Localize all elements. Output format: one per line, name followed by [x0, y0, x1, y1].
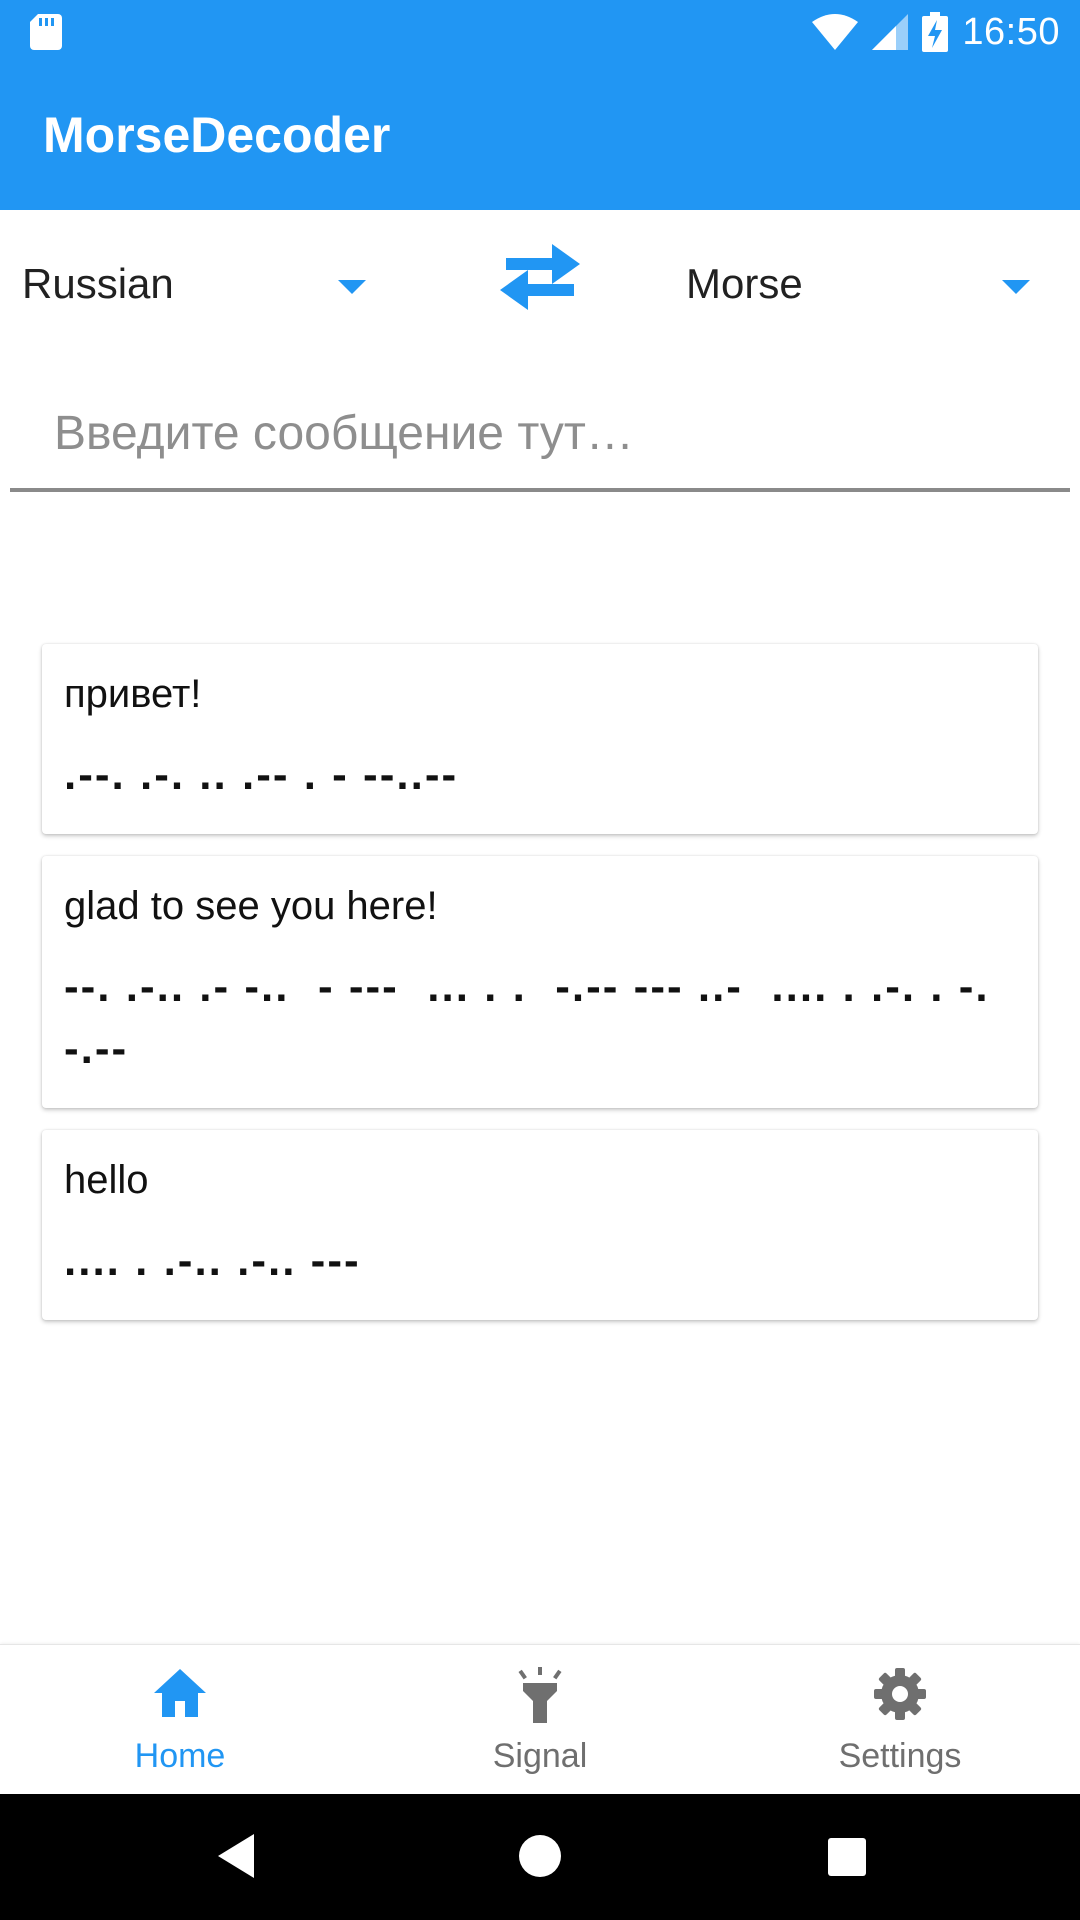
source-language-dropdown[interactable]: Russian [22, 250, 372, 320]
nav-signal[interactable]: Signal [360, 1645, 720, 1795]
plain-text: glad to see you here! [64, 884, 438, 928]
history-card[interactable]: glad to see you here! --. .-.. .- -.. - … [42, 856, 1038, 1108]
wifi-icon [812, 14, 859, 50]
cell-signal-icon [872, 14, 909, 50]
home-circle-icon[interactable] [518, 1832, 562, 1880]
history-card[interactable]: hello .... . .-.. .-.. --- [42, 1130, 1038, 1320]
chevron-down-icon [1002, 280, 1030, 294]
sd-card-icon [30, 14, 62, 50]
system-navigation-bar [0, 1794, 1080, 1920]
target-language-label: Morse [686, 260, 803, 307]
home-icon [154, 1669, 206, 1717]
app-bar: MorseDecoder [0, 64, 1080, 210]
morse-text: .--. .-. .. .-- . - --..-- [64, 750, 459, 799]
flashlight-icon [518, 1667, 562, 1723]
app-title: MorseDecoder [43, 107, 391, 163]
nav-settings-label: Settings [838, 1737, 962, 1775]
morse-text: --. .-.. .- -.. - --- ... . . -.-- --- .… [64, 962, 990, 1073]
gear-icon [874, 1668, 926, 1720]
plain-text: hello [64, 1158, 149, 1202]
recents-icon[interactable] [824, 1832, 868, 1880]
morse-text: .... . .-.. .-.. --- [64, 1236, 361, 1285]
swap-arrows-icon[interactable] [488, 234, 592, 320]
status-icons: 16:50 [812, 8, 1060, 56]
history-card[interactable]: привет! .--. .-. .. .-- . - --..-- [42, 644, 1038, 834]
status-time: 16:50 [962, 10, 1060, 53]
source-language-label: Russian [22, 260, 174, 307]
language-selector: Russian Morse [0, 210, 1080, 340]
nav-home-label: Home [134, 1737, 226, 1775]
bottom-navigation: Home Signal Settings [0, 1644, 1080, 1795]
target-language-dropdown[interactable]: Morse [686, 250, 1036, 320]
nav-signal-label: Signal [492, 1737, 588, 1775]
nav-home[interactable]: Home [0, 1645, 360, 1795]
back-icon[interactable] [214, 1832, 258, 1880]
nav-settings[interactable]: Settings [720, 1645, 1080, 1795]
battery-charging-icon [922, 12, 949, 52]
status-bar: 16:50 [0, 0, 1080, 64]
plain-text: привет! [64, 672, 202, 716]
chevron-down-icon [338, 280, 366, 294]
message-input[interactable] [10, 378, 1070, 492]
